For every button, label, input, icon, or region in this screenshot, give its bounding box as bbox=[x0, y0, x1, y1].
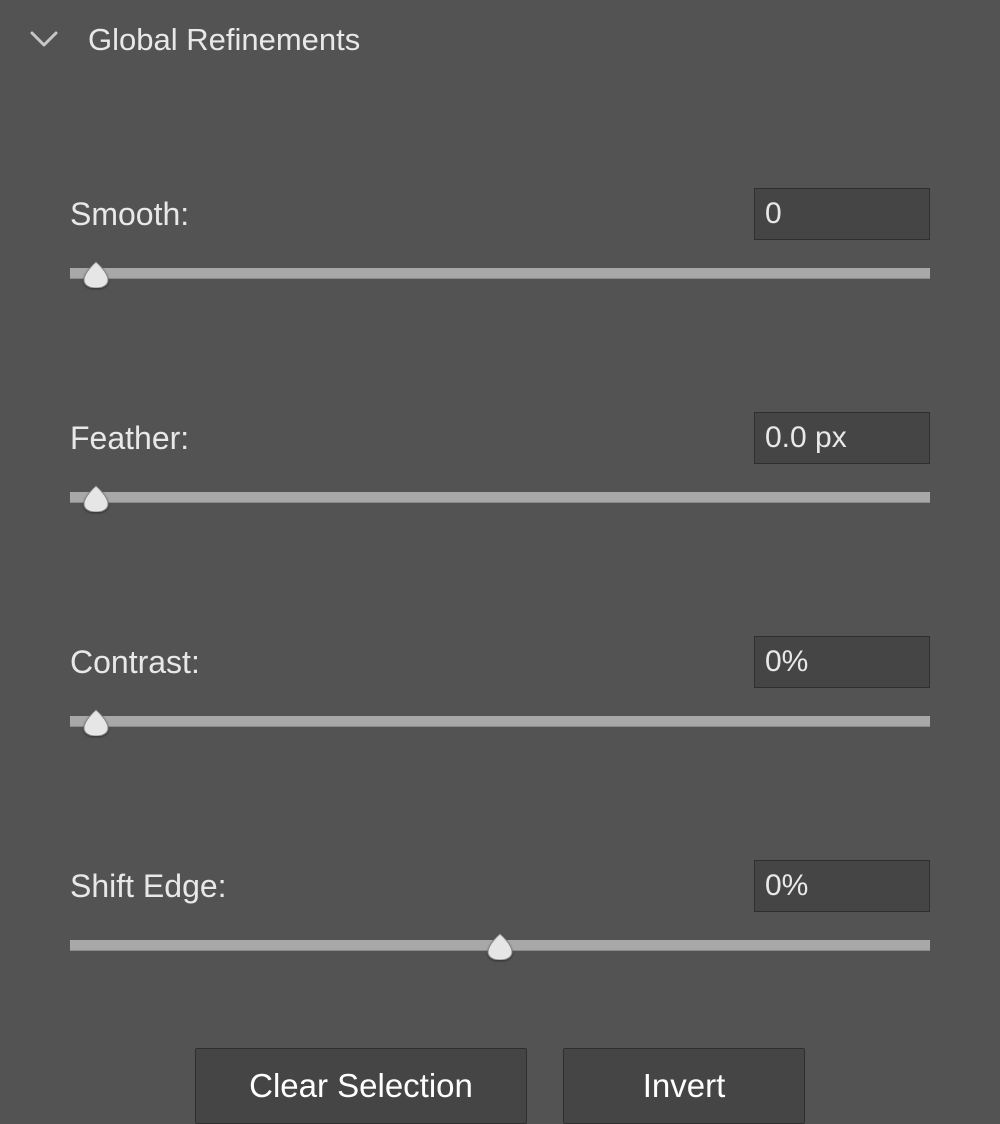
smooth-control: Smooth: bbox=[70, 188, 930, 300]
clear-selection-button[interactable]: Clear Selection bbox=[195, 1048, 527, 1124]
contrast-control: Contrast: bbox=[70, 636, 930, 748]
contrast-slider-track bbox=[70, 716, 930, 727]
shift-edge-label-value: Shift Edge: bbox=[70, 860, 930, 912]
controls-container: Smooth: Feather: bbox=[0, 188, 1000, 1124]
smooth-slider[interactable] bbox=[70, 260, 930, 300]
shift-edge-slider[interactable] bbox=[70, 932, 930, 972]
feather-slider-thumb[interactable] bbox=[80, 484, 112, 512]
shift-edge-input[interactable] bbox=[754, 860, 930, 912]
smooth-label-value: Smooth: bbox=[70, 188, 930, 240]
contrast-label-value: Contrast: bbox=[70, 636, 930, 688]
chevron-down-icon bbox=[30, 31, 58, 49]
shift-edge-label: Shift Edge: bbox=[70, 868, 227, 905]
contrast-label: Contrast: bbox=[70, 644, 200, 681]
global-refinements-panel: Global Refinements Smooth: Feather: bbox=[0, 0, 1000, 1124]
feather-input[interactable] bbox=[754, 412, 930, 464]
feather-control: Feather: bbox=[70, 412, 930, 524]
feather-label-value: Feather: bbox=[70, 412, 930, 464]
shift-edge-slider-thumb[interactable] bbox=[484, 932, 516, 960]
invert-button[interactable]: Invert bbox=[563, 1048, 805, 1124]
feather-slider[interactable] bbox=[70, 484, 930, 524]
contrast-input[interactable] bbox=[754, 636, 930, 688]
feather-label: Feather: bbox=[70, 420, 189, 457]
shift-edge-control: Shift Edge: bbox=[70, 860, 930, 972]
contrast-slider[interactable] bbox=[70, 708, 930, 748]
button-row: Clear Selection Invert bbox=[70, 1048, 930, 1124]
smooth-input[interactable] bbox=[754, 188, 930, 240]
smooth-label: Smooth: bbox=[70, 196, 189, 233]
smooth-slider-thumb[interactable] bbox=[80, 260, 112, 288]
section-header[interactable]: Global Refinements bbox=[0, 22, 1000, 58]
contrast-slider-thumb[interactable] bbox=[80, 708, 112, 736]
feather-slider-track bbox=[70, 492, 930, 503]
smooth-slider-track bbox=[70, 268, 930, 279]
section-title: Global Refinements bbox=[88, 22, 360, 58]
